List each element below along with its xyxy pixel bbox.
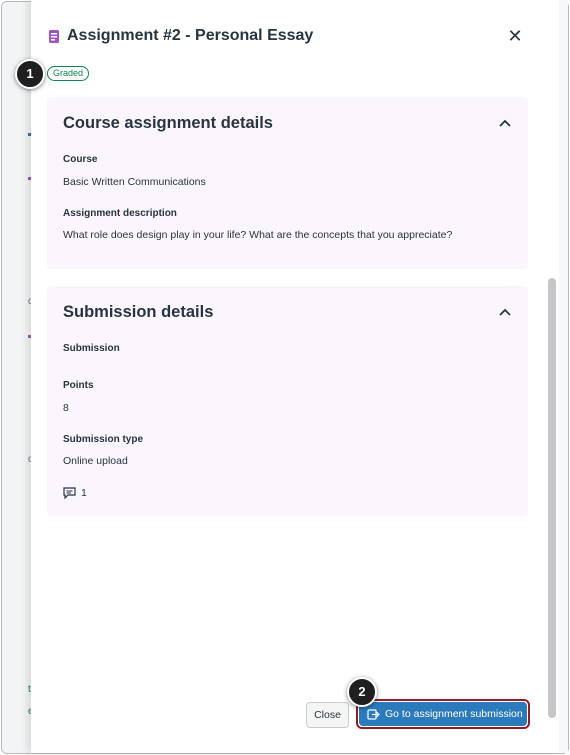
submission-type-label: Submission type bbox=[63, 434, 144, 445]
close-icon[interactable]: ✕ bbox=[505, 26, 525, 46]
chevron-up-icon[interactable] bbox=[498, 118, 512, 128]
callout-marker: 1 bbox=[15, 59, 45, 89]
submission-details-card: Submission details Submission Points 8 S… bbox=[47, 286, 528, 516]
go-to-submission-label: Go to assignment submission bbox=[385, 708, 523, 720]
comment-icon[interactable] bbox=[63, 487, 76, 499]
submission-label: Submission bbox=[63, 343, 120, 354]
go-to-submission-button[interactable]: Go to assignment submission bbox=[359, 702, 527, 726]
card-heading: Course assignment details bbox=[63, 114, 273, 132]
close-button[interactable]: Close bbox=[306, 702, 349, 728]
points-value: 8 bbox=[63, 402, 69, 414]
callout-marker: 2 bbox=[347, 677, 377, 707]
chevron-up-icon[interactable] bbox=[498, 307, 512, 317]
background-page: d d t e bbox=[2, 2, 34, 753]
status-badge: Graded bbox=[47, 66, 90, 81]
card-heading: Submission details bbox=[63, 303, 214, 321]
points-label: Points bbox=[63, 380, 94, 391]
course-value: Basic Written Communications bbox=[63, 176, 206, 188]
scrollbar-thumb[interactable] bbox=[548, 278, 556, 718]
tray-scroll-track bbox=[559, 0, 568, 753]
tray-title: Assignment #2 - Personal Essay bbox=[67, 27, 314, 44]
course-label: Course bbox=[63, 154, 98, 165]
description-label: Assignment description bbox=[63, 208, 177, 219]
comment-count[interactable]: 1 bbox=[81, 487, 87, 499]
external-link-icon bbox=[367, 709, 380, 720]
description-value: What role does design play in your life?… bbox=[63, 229, 453, 241]
assignment-icon bbox=[49, 30, 59, 43]
submission-type-value: Online upload bbox=[63, 455, 128, 467]
course-details-card: Course assignment details Course Basic W… bbox=[47, 97, 528, 269]
